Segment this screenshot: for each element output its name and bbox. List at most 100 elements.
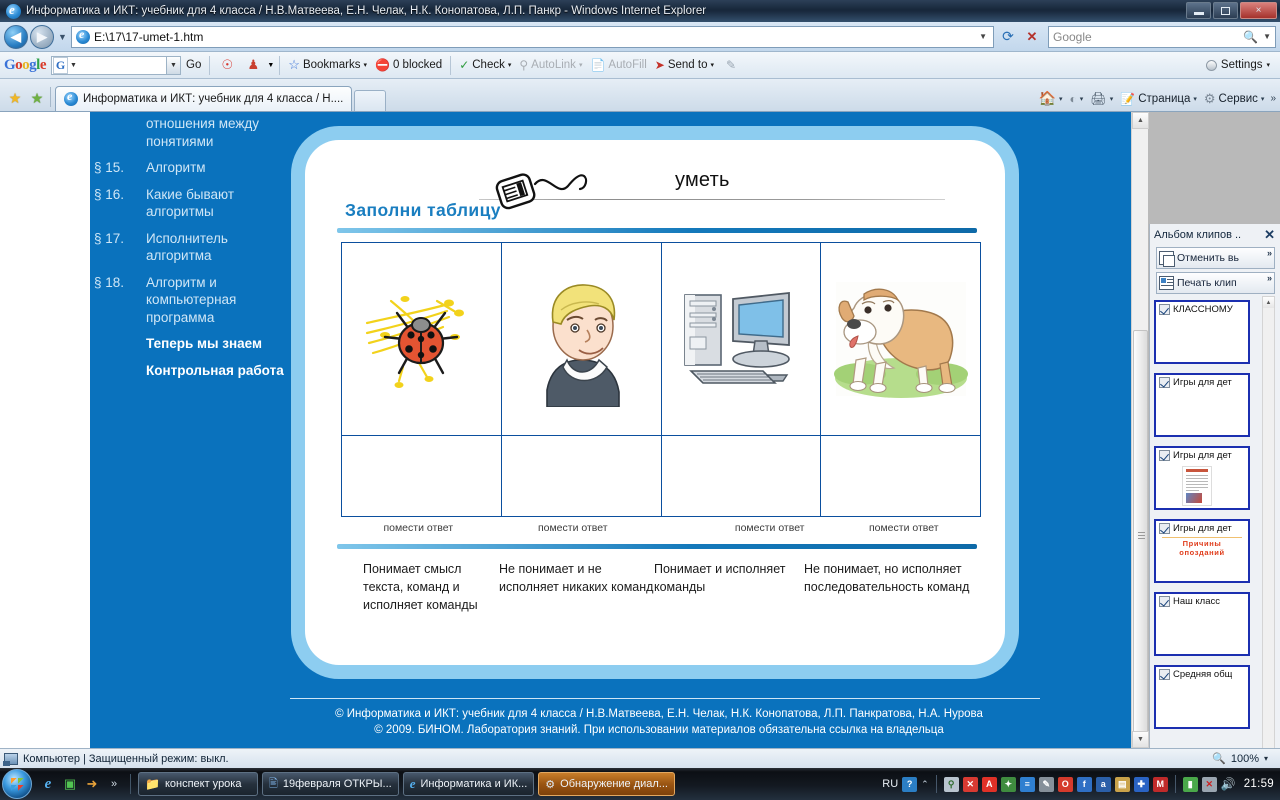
- google-search-dropdown[interactable]: ▼: [166, 56, 181, 74]
- print-clip-button[interactable]: Печать клип »: [1156, 272, 1275, 294]
- search-input[interactable]: Google: [1053, 30, 1243, 44]
- taskbar-window-konspekt[interactable]: 📁 конспект урока: [138, 772, 258, 796]
- answer-option-3[interactable]: Понимает и исполняет команды: [654, 560, 804, 614]
- toc-item-17[interactable]: § 17. Исполнитель алгоритма: [94, 230, 295, 265]
- scroll-up-button[interactable]: ▲: [1132, 112, 1149, 129]
- expand-icon[interactable]: ⌃: [921, 779, 929, 790]
- google-settings-button[interactable]: Settings ▾: [1205, 59, 1276, 71]
- checkbox[interactable]: [1159, 596, 1170, 607]
- usb-icon[interactable]: ⚲: [943, 776, 959, 792]
- page-scrollbar[interactable]: ▲ ▼: [1131, 112, 1149, 748]
- toc-item-test-work[interactable]: Контрольная работа: [94, 362, 295, 380]
- back-button[interactable]: ◀: [4, 24, 28, 49]
- overflow-icon[interactable]: »: [1267, 273, 1272, 283]
- answer-option-1[interactable]: Понимает смысл текста, команд и исполняе…: [341, 560, 499, 614]
- volume-icon[interactable]: 🔊: [1221, 777, 1236, 792]
- overflow-icon[interactable]: »: [1267, 248, 1272, 258]
- chevron-down-icon[interactable]: ▼: [70, 62, 77, 69]
- answer-dropzone-3[interactable]: [662, 436, 822, 517]
- favorites-icon[interactable]: ★: [4, 85, 26, 111]
- print-button[interactable]: 🖨 ▾: [1087, 91, 1116, 107]
- history-dropdown[interactable]: ▼: [56, 32, 69, 42]
- answer-dropzone-1[interactable]: [342, 436, 502, 517]
- page-menu-button[interactable]: 📝 Страница ▾: [1117, 92, 1200, 106]
- check-spelling-button[interactable]: ✓ Check ▾: [456, 58, 514, 72]
- taskbar-window-word[interactable]: 🖹 19февраля ОТКРЫ...: [262, 772, 399, 796]
- close-icon[interactable]: ✕: [1261, 227, 1278, 243]
- command-overflow-icon[interactable]: »: [1268, 93, 1276, 104]
- opera-icon[interactable]: O: [1057, 776, 1073, 792]
- chevron-down-icon[interactable]: ▾: [1193, 95, 1197, 103]
- scroll-up-button[interactable]: ▲: [1263, 297, 1274, 308]
- checkbox[interactable]: [1159, 377, 1170, 388]
- address-input[interactable]: E:\17\17-umet-1.htm ▼: [71, 25, 994, 48]
- editor-icon[interactable]: ≡: [1019, 776, 1035, 792]
- network-icon[interactable]: ✕: [1201, 776, 1217, 792]
- clip-item[interactable]: Наш класс: [1154, 592, 1250, 656]
- bookmarks-button[interactable]: ☆ Bookmarks ▾: [285, 57, 370, 73]
- window-controls[interactable]: ×: [1186, 2, 1277, 19]
- toc-item-18[interactable]: § 18. Алгоритм и компьютерная программа: [94, 274, 295, 327]
- toc-item-now-we-know[interactable]: Теперь мы знаем: [94, 335, 295, 353]
- minimize-button[interactable]: [1186, 2, 1211, 19]
- search-icon[interactable]: 🔍: [1243, 30, 1258, 44]
- chevron-down-icon[interactable]: ▾: [1080, 95, 1084, 103]
- close-button[interactable]: ×: [1240, 2, 1277, 19]
- clip-item[interactable]: Игры для дет: [1154, 446, 1250, 510]
- answer-option-4[interactable]: Не понимает, но исполняет последовательн…: [804, 560, 979, 614]
- ie-icon[interactable]: e: [40, 776, 56, 792]
- toc-item-16[interactable]: § 16. Какие бывают алгоритмы: [94, 186, 295, 221]
- chevron-down-icon[interactable]: ▼: [979, 32, 991, 41]
- autolink-button[interactable]: ⚲ AutoLink ▾: [516, 58, 585, 72]
- answer-dropzone-2[interactable]: [502, 436, 662, 517]
- opera-icon[interactable]: ☉: [215, 54, 239, 77]
- chevron-down-icon[interactable]: ▾: [1264, 754, 1268, 763]
- clip-item[interactable]: Средняя общ: [1154, 665, 1250, 729]
- language-indicator[interactable]: RU: [882, 778, 898, 790]
- checkbox[interactable]: [1159, 304, 1170, 315]
- clip-pane-scrollbar[interactable]: ▲: [1262, 296, 1275, 748]
- zoom-control[interactable]: 🔍 100% ▾: [1212, 752, 1276, 766]
- autofill-button[interactable]: 📄 AutoFill: [587, 58, 649, 72]
- checkbox[interactable]: [1159, 669, 1170, 680]
- stop-icon[interactable]: ✕: [962, 776, 978, 792]
- home-button[interactable]: 🏠 ▾: [1036, 90, 1066, 107]
- atp-icon[interactable]: A: [981, 776, 997, 792]
- messenger-icon[interactable]: f: [1076, 776, 1092, 792]
- answer-option-2[interactable]: Не понимает и не исполняет никаких коман…: [499, 560, 654, 614]
- answer-dropzone-4[interactable]: [821, 436, 980, 517]
- undo-clip-button[interactable]: Отменить вь »: [1156, 247, 1275, 269]
- show-desktop-icon[interactable]: ▣: [62, 776, 78, 792]
- chevron-down-icon[interactable]: ▾: [1059, 95, 1063, 103]
- start-button[interactable]: [2, 769, 32, 799]
- search-box[interactable]: Google 🔍 ▼: [1048, 25, 1276, 48]
- toc-item-15[interactable]: § 15. Алгоритм: [94, 159, 295, 177]
- clip-item[interactable]: Игры для дет Причины опозданий: [1154, 519, 1250, 583]
- new-tab-button[interactable]: [354, 90, 387, 111]
- send-to-button[interactable]: ➤ Send to ▾: [652, 58, 717, 72]
- add-to-favorites-icon[interactable]: ★: [26, 85, 48, 111]
- clock[interactable]: 21:59: [1240, 778, 1274, 790]
- clip-item[interactable]: КЛАССНОМУ: [1154, 300, 1250, 364]
- tools-menu-button[interactable]: ⚙ Сервис ▾: [1201, 91, 1268, 107]
- browser-tab[interactable]: Информатика и ИКТ: учебник для 4 класса …: [55, 86, 353, 111]
- search-provider-dropdown[interactable]: ▼: [1263, 32, 1271, 41]
- refresh-button[interactable]: ⟳: [996, 25, 1020, 48]
- m-icon[interactable]: M: [1152, 776, 1168, 792]
- taskbar-window-ie[interactable]: e Информатика и ИК...: [402, 772, 535, 796]
- antivirus-icon[interactable]: ✦: [1000, 776, 1016, 792]
- google-search-input[interactable]: G ▼ ▼: [51, 55, 182, 75]
- window-title-bar[interactable]: Информатика и ИКТ: учебник для 4 класса …: [0, 0, 1280, 22]
- checkbox[interactable]: [1159, 450, 1170, 461]
- chevron-down-icon[interactable]: ▼: [267, 62, 274, 69]
- blocked-popups-button[interactable]: ⛔ 0 blocked: [372, 58, 445, 72]
- forward-icon[interactable]: ➜: [84, 776, 100, 792]
- bluetooth-icon[interactable]: ✚: [1133, 776, 1149, 792]
- chevron-down-icon[interactable]: ▾: [1110, 95, 1114, 103]
- scroll-down-button[interactable]: ▼: [1132, 731, 1149, 748]
- toc-item-continuation[interactable]: отношения между понятиями: [94, 115, 295, 150]
- maximize-button[interactable]: [1213, 2, 1238, 19]
- overflow-icon[interactable]: »: [106, 776, 122, 792]
- amazon-icon[interactable]: a: [1095, 776, 1111, 792]
- scrollbar-thumb[interactable]: [1133, 330, 1148, 742]
